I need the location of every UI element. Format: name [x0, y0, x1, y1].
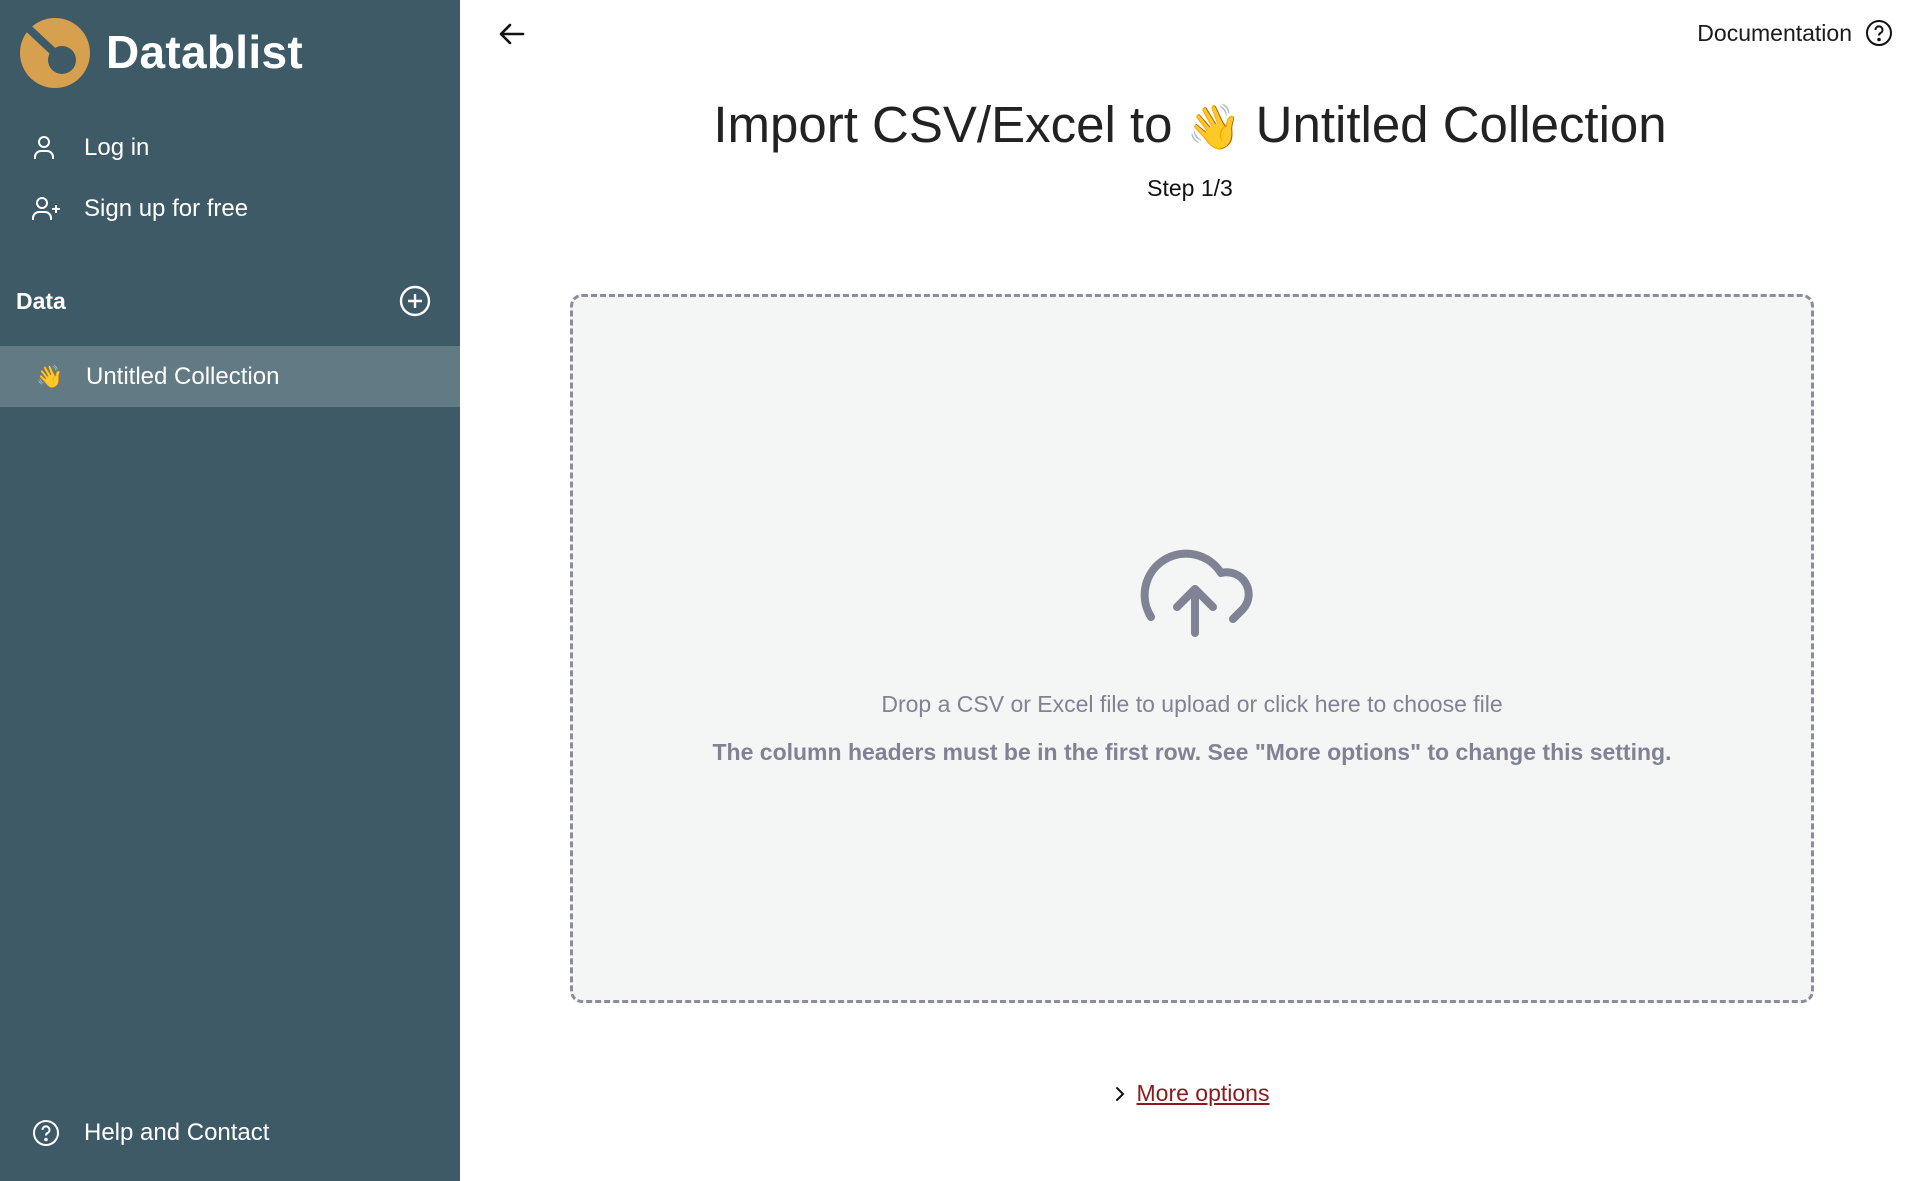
main-content: Documentation Import CSV/Excel to 👋 Unti… [460, 0, 1920, 1181]
help-circle-icon [33, 1120, 59, 1146]
user-plus-icon [32, 197, 60, 220]
waving-hand-icon: 👋 [1186, 103, 1242, 152]
title-collection-name: Untitled Collection [1255, 96, 1667, 153]
help-circle-icon [1866, 20, 1892, 46]
documentation-link[interactable]: Documentation [1697, 18, 1894, 48]
data-section-title: Data [16, 287, 66, 314]
brand-logo-link[interactable]: Datablist [18, 15, 303, 89]
login-link[interactable]: Log in [30, 132, 149, 164]
data-section-header: Data [16, 284, 432, 318]
sidebar-item-untitled-collection[interactable]: 👋 Untitled Collection [0, 346, 460, 407]
waving-hand-icon: 👋 [36, 363, 64, 389]
back-button[interactable] [496, 18, 528, 50]
signup-label: Sign up for free [84, 195, 249, 222]
chevron-right-icon [1115, 1086, 1124, 1101]
more-options-link[interactable]: More options [1137, 1080, 1270, 1107]
page-title: Import CSV/Excel to 👋 Untitled Collectio… [460, 95, 1920, 154]
file-dropzone[interactable]: Drop a CSV or Excel file to upload or cl… [570, 294, 1814, 1003]
add-collection-button[interactable] [398, 284, 432, 318]
login-label: Log in [84, 134, 150, 161]
documentation-label: Documentation [1697, 19, 1852, 46]
step-indicator: Step 1/3 [1147, 175, 1233, 201]
help-contact-link[interactable]: Help and Contact [30, 1117, 269, 1149]
plus-circle-icon [399, 285, 431, 317]
datablist-logo-icon [20, 18, 90, 88]
dropzone-header-note: The column headers must be in the first … [712, 739, 1672, 765]
collection-label: Untitled Collection [86, 362, 280, 390]
help-contact-label: Help and Contact [84, 1119, 270, 1146]
brand-name: Datablist [106, 26, 303, 78]
signup-link[interactable]: Sign up for free [30, 193, 248, 225]
arrow-left-icon [499, 23, 525, 45]
sidebar: Datablist Log in Sign up for free Data 👋… [0, 0, 460, 1181]
dropzone-instruction: Drop a CSV or Excel file to upload or cl… [881, 691, 1503, 717]
more-options-toggle[interactable]: More options [460, 1080, 1920, 1107]
title-prefix: Import CSV/Excel to [713, 96, 1187, 153]
cloud-upload-icon [1140, 549, 1253, 637]
user-icon [34, 136, 54, 159]
